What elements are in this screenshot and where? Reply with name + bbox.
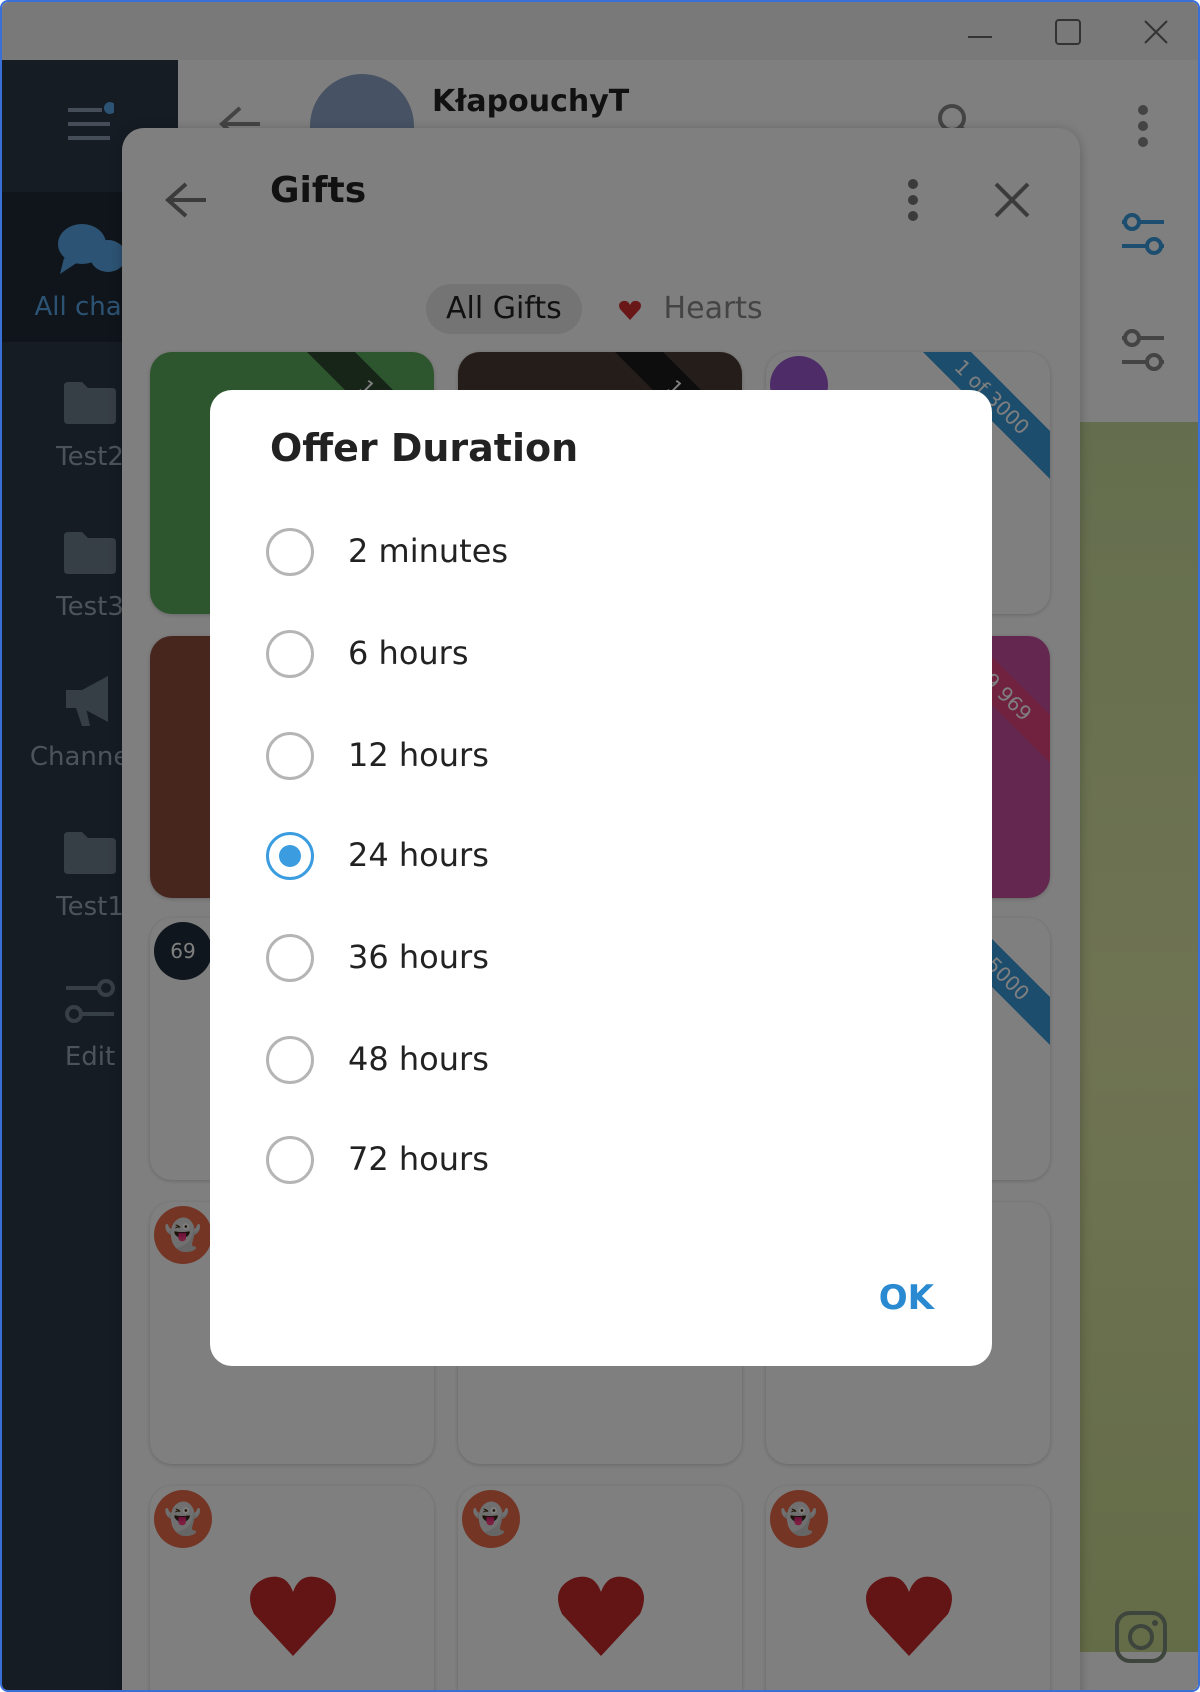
radio-button[interactable] bbox=[266, 630, 314, 678]
ok-button[interactable]: OK bbox=[879, 1278, 934, 1318]
offer-duration-dialog: Offer Duration 2 minutes 6 hours 12 hour… bbox=[210, 390, 992, 1366]
dialog-title: Offer Duration bbox=[270, 426, 579, 470]
option-48-hours[interactable]: 48 hours bbox=[266, 1020, 936, 1100]
option-24-hours[interactable]: 24 hours bbox=[266, 816, 936, 896]
option-label: 6 hours bbox=[348, 634, 469, 672]
option-label: 48 hours bbox=[348, 1040, 489, 1078]
radio-button[interactable] bbox=[266, 1036, 314, 1084]
radio-button[interactable] bbox=[266, 732, 314, 780]
radio-button[interactable] bbox=[266, 934, 314, 982]
option-72-hours[interactable]: 72 hours bbox=[266, 1120, 936, 1200]
option-label: 12 hours bbox=[348, 736, 489, 774]
radio-button[interactable] bbox=[266, 528, 314, 576]
option-label: 24 hours bbox=[348, 836, 489, 874]
option-label: 36 hours bbox=[348, 938, 489, 976]
app-window: All chats Test2 Test3 Channels Test bbox=[0, 0, 1200, 1692]
option-36-hours[interactable]: 36 hours bbox=[266, 918, 936, 998]
option-2-minutes[interactable]: 2 minutes bbox=[266, 512, 936, 592]
radio-button[interactable] bbox=[266, 1136, 314, 1184]
option-12-hours[interactable]: 12 hours bbox=[266, 716, 936, 796]
radio-button-selected[interactable] bbox=[266, 832, 314, 880]
option-label: 72 hours bbox=[348, 1140, 489, 1178]
option-label: 2 minutes bbox=[348, 532, 509, 570]
option-6-hours[interactable]: 6 hours bbox=[266, 614, 936, 694]
